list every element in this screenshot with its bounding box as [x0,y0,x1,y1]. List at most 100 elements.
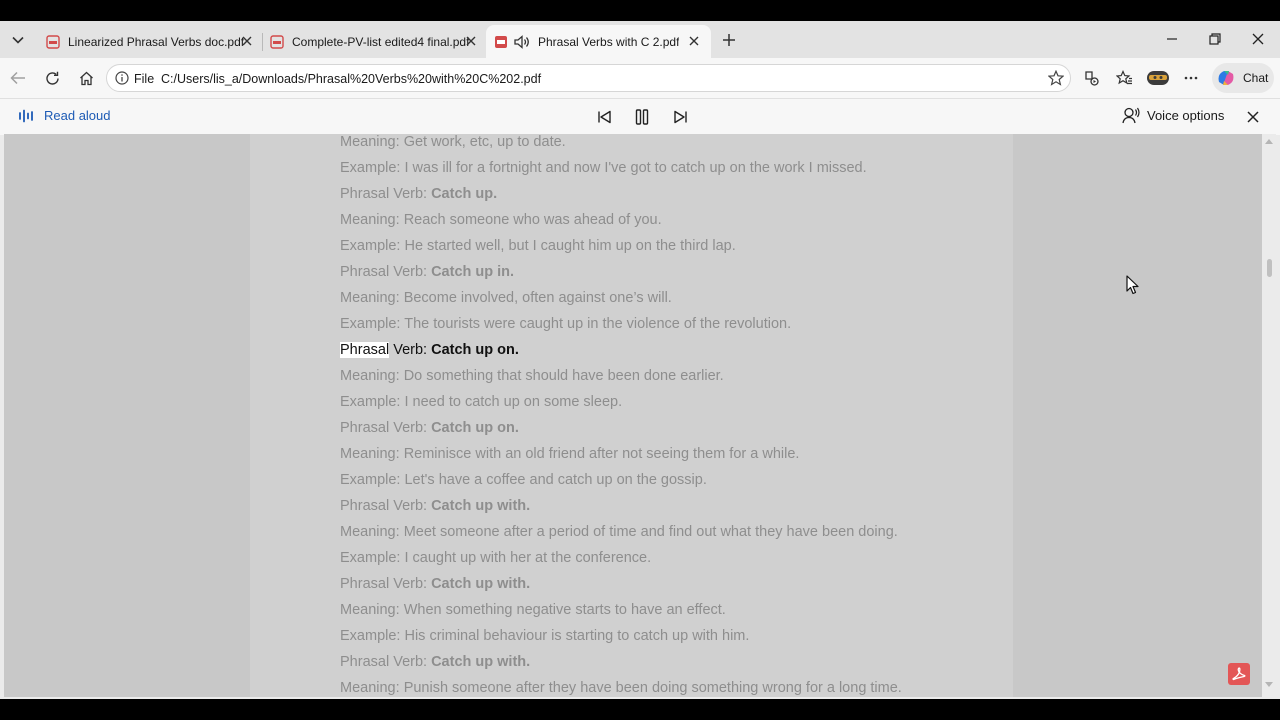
pdf-file-icon [495,35,507,48]
spoken-word-highlight: Phrasal [340,342,390,358]
close-read-aloud-button[interactable] [1244,108,1262,126]
line-prefix: Example: [340,394,405,410]
line-text: I caught up with her at the conference. [404,550,652,566]
line-prefix: Example: [340,160,405,176]
phrasal-verb-text: Catch up on. [431,342,519,358]
close-icon [1247,111,1259,123]
pdf-viewer[interactable]: Meaning: Get work, etc, up to date. Examp… [4,134,1262,697]
pause-button[interactable] [631,107,653,127]
document-line: Example: Let's have a coffee and catch u… [340,471,1000,497]
tab-phrasal-verbs-c2[interactable]: Phrasal Verbs with C 2.pdf [486,25,711,58]
phrasal-verb-text: Catch up with. [431,576,531,592]
home-button[interactable] [74,66,98,90]
line-text: His criminal behaviour is starting to ca… [404,628,750,644]
tab-linearized[interactable]: Linearized Phrasal Verbs doc.pdf [38,25,260,58]
vertical-scrollbar[interactable] [1262,134,1276,697]
close-tab-icon[interactable] [464,34,478,48]
favorites-icon [1115,69,1132,84]
previous-paragraph-button[interactable] [593,107,615,127]
profile-button[interactable] [1145,66,1171,90]
line-text: Meet someone after a period of time and … [403,524,898,540]
line-text: Become involved, often against one’s wil… [403,290,672,306]
minimize-button[interactable] [1152,27,1192,51]
tab-bar: Linearized Phrasal Verbs doc.pdf Complet… [0,21,1280,58]
tab-label: Linearized Phrasal Verbs doc.pdf [68,34,245,49]
restore-icon [1209,33,1221,45]
chat-label: Chat [1243,71,1269,85]
next-paragraph-button[interactable] [669,107,691,127]
line-prefix: Phrasal Verb: [340,264,432,280]
line-text: I need to catch up on some sleep. [404,394,623,410]
copilot-chat-button[interactable]: Chat [1212,63,1274,93]
plus-icon [723,34,735,46]
pause-icon [635,109,649,125]
line-prefix: Phrasal Verb: [340,420,432,436]
address-bar[interactable]: File C:/Users/lis_a/Downloads/Phrasal%20… [106,64,1071,92]
acrobat-icon[interactable] [1228,663,1250,685]
line-prefix: Example: [340,238,405,254]
tab-list-button[interactable] [6,29,30,51]
phrasal-verb-text: Catch up on. [431,420,519,436]
phrasal-verb-text: Catch up with. [431,654,531,670]
tab-label: Complete-PV-list edited4 final.pdf [292,34,470,49]
document-line: Example: I need to catch up on some slee… [340,393,1000,419]
document-line: Example: His criminal behaviour is start… [340,627,1000,653]
scrollbar-thumb[interactable] [1267,259,1272,277]
document-line: Phrasal Verb: Catch up. [340,185,1000,211]
tab-complete-pv-list[interactable]: Complete-PV-list edited4 final.pdf [262,25,484,58]
line-prefix: Example: [340,316,405,332]
line-text: He started well, but I caught him up on … [404,238,736,254]
acrobat-logo-icon [1232,667,1246,681]
line-prefix: Meaning: [340,524,404,540]
restore-button[interactable] [1195,27,1235,51]
refresh-button[interactable] [40,66,64,90]
url-text[interactable]: C:/Users/lis_a/Downloads/Phrasal%20Verbs… [161,72,541,86]
document-text: Meaning: Get work, etc, up to date. Examp… [340,134,1000,697]
line-prefix: Phrasal Verb: [340,498,432,514]
read-aloud-indicator[interactable]: Read aloud [18,108,111,123]
line-prefix: Meaning: [340,680,404,696]
tab-label: Phrasal Verbs with C 2.pdf [538,34,680,49]
line-prefix: Meaning: [340,368,404,384]
scroll-down-icon[interactable] [1265,682,1273,688]
extensions-button[interactable] [1079,66,1103,90]
pdf-file-icon [46,34,60,49]
pdf-page: Meaning: Get work, etc, up to date. Examp… [250,134,1013,697]
chevron-down-icon [12,36,24,44]
back-button[interactable] [6,66,30,90]
document-line: Example: I was ill for a fortnight and n… [340,159,1000,185]
read-aloud-bar: Read aloud Voice options [0,98,1280,135]
close-window-button[interactable] [1238,27,1278,51]
document-line: Example: I caught up with her at the con… [340,549,1000,575]
document-line: Meaning: Reach someone who was ahead of … [340,211,1000,237]
close-icon [1252,33,1264,45]
pdf-file-icon [270,34,284,49]
voice-options-button[interactable]: Voice options [1122,107,1224,124]
document-line: Example: The tourists were caught up in … [340,315,1000,341]
line-prefix: Example: [340,472,405,488]
more-options-button[interactable] [1179,66,1203,90]
document-line: Phrasal Verb: Catch up with. [340,497,1000,523]
document-line: Phrasal Verb: Catch up on. [340,419,1000,445]
close-tab-icon[interactable] [240,34,254,48]
favorite-star-icon[interactable] [1048,70,1064,86]
read-aloud-label: Read aloud [44,108,111,123]
document-line: Phrasal Verb: Catch up with. [340,575,1000,601]
new-tab-button[interactable] [718,29,740,51]
line-text: Do something that should have been done … [403,368,724,384]
line-text: Punish someone after they have been doin… [403,680,902,696]
info-icon[interactable] [115,71,129,85]
speaker-icon [514,34,529,49]
document-line: Meaning: Reminisce with an old friend af… [340,445,1000,471]
scroll-up-icon[interactable] [1265,138,1273,144]
favorites-button[interactable] [1112,66,1136,90]
close-tab-icon[interactable] [687,34,701,48]
document-line: Meaning: When something negative starts … [340,601,1000,627]
voice-person-icon [1122,107,1140,124]
document-line: Meaning: Get work, etc, up to date. [340,134,1000,159]
line-prefix: Phrasal Verb: [340,654,432,670]
copilot-icon [1218,71,1234,85]
line-prefix: Example: [340,550,405,566]
line-text: Reminisce with an old friend after not s… [403,446,800,462]
phrasal-verb-text: Catch up. [431,186,498,202]
